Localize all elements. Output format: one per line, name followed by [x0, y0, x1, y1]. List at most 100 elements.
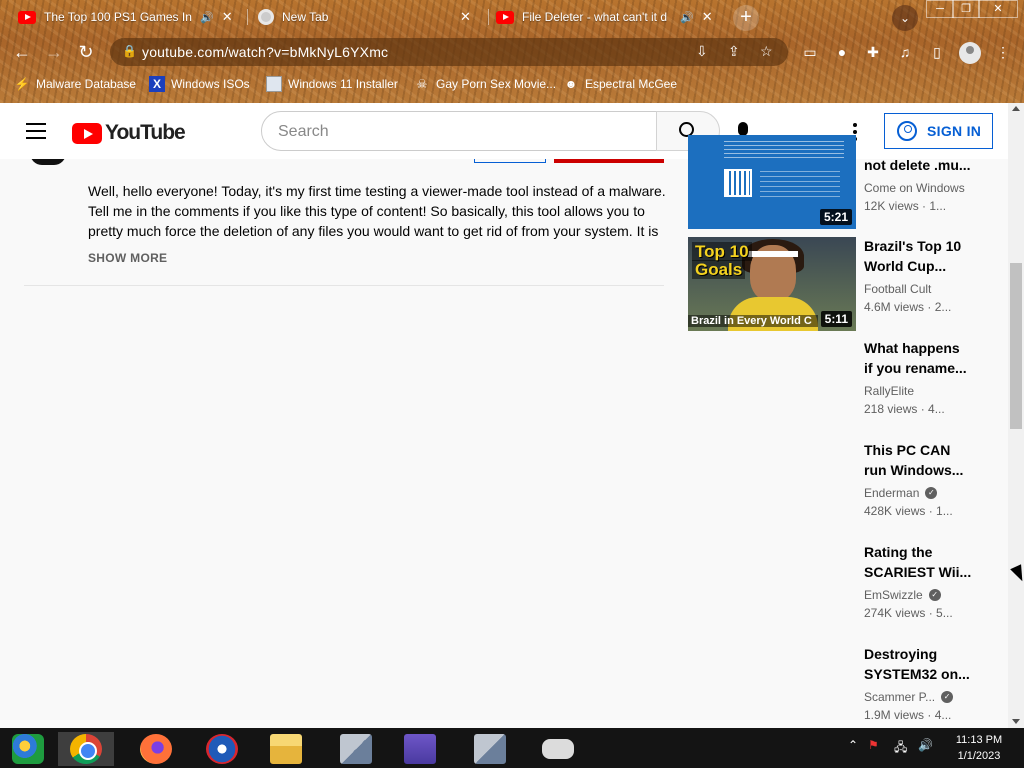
youtube-header: YouTube Search SIGN IN [0, 103, 1008, 159]
recommendation-item[interactable]: Rating the SCARIEST Wii... EmSwizzle ✓ 274… [864, 542, 994, 622]
video-title: What happens if you rename... [864, 340, 967, 376]
clock-date: 1/1/2023 [957, 750, 1001, 762]
recommendation-item[interactable]: Destroying SYSTEM32 on... Scammer P... ✓ 1… [864, 644, 994, 724]
channel-name: RallyElite [864, 384, 915, 398]
x-icon: X [149, 76, 165, 92]
url-text[interactable]: youtube.com/watch?v=bMkNyL6YXmc [142, 44, 388, 60]
flag-extension-icon[interactable]: ▭ [801, 43, 819, 61]
minimize-button[interactable]: ─ [926, 0, 954, 18]
subscribe-button[interactable] [554, 159, 664, 163]
bookmark-movie[interactable]: ☠ Gay Porn Sex Movie... [414, 76, 556, 92]
tab-title: New Tab [282, 10, 329, 24]
hamburger-menu-icon[interactable] [26, 123, 46, 139]
chrome-menu-icon[interactable]: ⋮ [994, 43, 1012, 61]
system-clock[interactable]: 11:13 PM 1/1/2023 [944, 732, 1014, 764]
bookmark-label: Windows ISOs [171, 77, 250, 91]
video-title: Rating the SCARIEST Wii... [864, 544, 972, 580]
taskbar-setup-2[interactable] [462, 732, 518, 766]
share-icon[interactable]: ⇪ [728, 43, 740, 60]
video-title: Brazil's Top 10 World Cup... [864, 238, 962, 274]
taskbar-campaign[interactable] [194, 732, 250, 766]
forward-arrow-icon[interactable]: → [42, 40, 66, 64]
video-meta: 4.6M views · 2... [864, 300, 952, 314]
install-app-icon[interactable]: ⇩ [696, 43, 708, 60]
youtube-logo[interactable]: YouTube [72, 121, 186, 145]
close-icon[interactable]: ✕ [460, 9, 471, 25]
bookmarks-bar: ⚡ Malware Database X Windows ISOs Window… [0, 72, 1024, 98]
bookmark-windows-11-installer[interactable]: Windows 11 Installer [266, 76, 398, 92]
video-description: Well, hello everyone! Today, it's my fir… [88, 183, 666, 239]
tray-chevron-icon[interactable]: ⌃ [848, 738, 858, 752]
taskbar-chrome[interactable] [58, 732, 114, 766]
media-controls-icon[interactable]: ♫ [896, 43, 914, 61]
windows-taskbar: ⌃ ⚑ 🖧 🔊 11:13 PM 1/1/2023 [0, 728, 1024, 768]
lock-icon[interactable]: 🔒 [122, 44, 137, 58]
tab-ps1-games[interactable]: The Top 100 PS1 Games In 10 🔊 ✕ [18, 2, 243, 32]
video-thumbnail[interactable]: Top 10 Goals Brazil in Every World C 5:1… [688, 237, 856, 331]
show-more-button[interactable]: SHOW MORE [88, 251, 167, 265]
volume-icon[interactable]: 🔊 [918, 738, 933, 752]
recommendation-item[interactable]: not delete .mu... Come on Windows 12K vi… [864, 155, 994, 215]
bookmark-windows-isos[interactable]: X Windows ISOs [149, 76, 250, 92]
bookmark-espectral-mcgee[interactable]: ☻ Espectral McGee [563, 76, 677, 92]
recommendation-item[interactable]: What happens if you rename... RallyElite … [864, 338, 994, 418]
video-title: Destroying SYSTEM32 on... [864, 646, 970, 682]
search-input[interactable]: Search [261, 111, 657, 151]
tab-separator [488, 9, 489, 25]
back-arrow-icon[interactable]: ← [10, 40, 34, 64]
video-title: This PC CAN run Windows... [864, 442, 964, 478]
chrome-icon [70, 734, 102, 764]
side-panel-icon[interactable]: ▯ [928, 43, 946, 61]
recommendation-item[interactable]: This PC CAN run Windows... Enderman ✓ 428K… [864, 440, 994, 520]
search-placeholder: Search [278, 123, 329, 140]
bsod-text [760, 171, 840, 201]
network-icon[interactable]: 🖧 [894, 738, 907, 759]
youtube-icon [18, 10, 36, 24]
scrollbar-thumb[interactable] [1010, 263, 1022, 429]
speaker-icon[interactable]: 🔊 [680, 11, 694, 24]
recommendation-item[interactable]: Brazil's Top 10 World Cup... Football Cul… [864, 236, 994, 316]
channel-name: Enderman ✓ [864, 484, 994, 502]
taskbar-people[interactable] [392, 732, 448, 766]
bookmark-star-icon[interactable]: ☆ [760, 43, 773, 60]
scroll-down-arrow-icon[interactable] [1012, 719, 1020, 724]
address-bar[interactable]: 🔒 youtube.com/watch?v=bMkNyL6YXmc ⇩ ⇪ ☆ [110, 38, 788, 66]
microphone-icon[interactable] [738, 122, 748, 143]
maximize-button[interactable]: ❐ [952, 0, 980, 18]
profile-extension-icon[interactable]: ● [833, 43, 851, 61]
folder-icon [270, 734, 302, 764]
video-meta: 428K views · 1... [864, 504, 953, 518]
profile-avatar[interactable] [959, 42, 981, 64]
bookmark-malware-database[interactable]: ⚡ Malware Database [14, 76, 137, 92]
taskbar-setup[interactable] [328, 732, 384, 766]
taskbar-firefox[interactable] [128, 732, 184, 766]
tab-search-chevron-icon[interactable]: ⌄ [892, 5, 918, 31]
tab-new-tab[interactable]: New Tab ✕ [258, 2, 483, 32]
verified-check-icon: ✓ [925, 487, 938, 499]
close-icon[interactable]: ✕ [702, 9, 713, 25]
join-button[interactable] [474, 159, 546, 163]
page-scrollbar[interactable] [1008, 103, 1024, 728]
speaker-icon[interactable]: 🔊 [200, 11, 214, 24]
sign-in-button[interactable]: SIGN IN [884, 113, 993, 149]
reload-icon[interactable]: ↻ [74, 40, 98, 64]
verified-check-icon: ✓ [941, 691, 954, 703]
video-duration: 5:11 [820, 311, 852, 327]
close-icon[interactable]: ✕ [222, 9, 233, 25]
divider [24, 285, 664, 286]
video-title: not delete .mu... [864, 157, 971, 173]
window-close-button[interactable]: ✕ [978, 0, 1018, 18]
taskbar-gamepad[interactable] [530, 732, 586, 766]
video-meta: 12K views · 1... [864, 199, 947, 213]
tab-title: The Top 100 PS1 Games In 10 [44, 10, 194, 24]
tab-file-deleter[interactable]: File Deleter - what can't it d 🔊 ✕ [496, 2, 721, 32]
video-thumbnail[interactable]: 5:21 [688, 135, 856, 229]
new-tab-button[interactable]: + [733, 5, 759, 31]
taskbar-file-explorer[interactable] [258, 732, 314, 766]
extensions-puzzle-icon[interactable]: ✚ [864, 43, 882, 61]
bookmark-label: Malware Database [36, 77, 137, 91]
action-center-flag-icon[interactable]: ⚑ [868, 738, 879, 752]
start-button[interactable] [0, 732, 56, 766]
bookmark-label: Espectral McGee [585, 77, 678, 91]
scroll-up-arrow-icon[interactable] [1012, 106, 1020, 111]
